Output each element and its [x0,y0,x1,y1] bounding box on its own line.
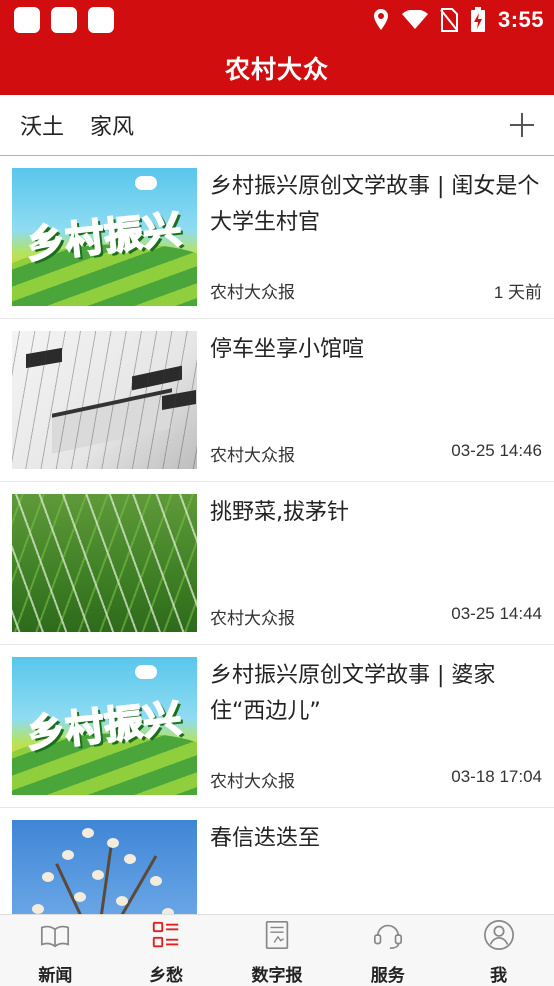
nav-item-xiangchou[interactable]: 乡愁 [111,915,222,986]
nav-label: 新闻 [38,966,73,986]
app-screen: 3:55 农村大众 沃土 家风 乡村振兴 乡村振兴原创文学故事 | 闺女是个大学… [0,0,554,986]
book-icon [41,925,70,948]
news-thumbnail: 乡村振兴 [12,657,197,795]
news-item[interactable]: 挑野菜,拔茅针 农村大众报 03-25 14:44 [0,482,554,645]
battery-charging-icon [470,7,485,32]
nav-item-news[interactable]: 新闻 [0,915,111,986]
nav-label: 我 [490,966,508,986]
news-item[interactable]: 停车坐享小馆喧 农村大众报 03-25 14:46 [0,319,554,482]
no-sim-icon [440,8,458,32]
news-title[interactable]: 挑野菜,拔茅针 [210,495,540,531]
news-time: 03-18 17:04 [451,767,542,786]
app-header: 农村大众 [0,40,554,95]
notification-icon [51,7,77,33]
channel-tabs: 沃土 家风 [0,95,554,156]
page-title: 农村大众 [224,54,329,84]
news-title[interactable]: 乡村振兴原创文学故事 | 婆家住“西边儿” [210,658,540,730]
tab-jiafeng[interactable]: 家风 [90,109,134,141]
news-list: 乡村振兴 乡村振兴原创文学故事 | 闺女是个大学生村官 农村大众报 1 天前 停… [0,156,554,914]
news-source: 农村大众报 [210,609,295,629]
news-time: 03-25 14:44 [451,604,542,623]
news-title[interactable]: 停车坐享小馆喧 [210,332,540,368]
nav-item-me[interactable]: 我 [443,915,554,986]
notification-icon [88,7,114,33]
tab-wotu[interactable]: 沃土 [20,109,64,141]
status-bar: 3:55 [0,0,554,40]
news-thumbnail [12,820,197,914]
add-channel-icon[interactable] [508,111,536,139]
news-item[interactable]: 乡村振兴 乡村振兴原创文学故事 | 婆家住“西边儿” 农村大众报 03-18 1… [0,645,554,808]
news-thumbnail [12,494,197,632]
news-source: 农村大众报 [210,772,295,792]
nav-item-digital-paper[interactable]: 数字报 [222,915,333,986]
news-item[interactable]: 乡村振兴 乡村振兴原创文学故事 | 闺女是个大学生村官 农村大众报 1 天前 [0,156,554,319]
news-source: 农村大众报 [210,283,295,303]
nav-label: 数字报 [251,966,303,986]
news-title[interactable]: 乡村振兴原创文学故事 | 闺女是个大学生村官 [210,169,540,241]
nav-label: 服务 [370,966,405,986]
news-time: 1 天前 [493,283,542,302]
headset-icon [373,924,402,950]
news-item[interactable]: 春信迭迭至 [0,808,554,914]
nav-item-service[interactable]: 服务 [332,915,443,986]
nav-label: 乡愁 [149,966,184,986]
bottom-nav: 新闻 乡愁 数字报 服务 我 [0,914,554,986]
news-thumbnail: 乡村振兴 [12,168,197,306]
notification-icon [14,7,40,33]
list-icon [153,921,179,948]
news-thumbnail [12,331,197,469]
clock-time: 3:55 [497,7,544,32]
user-icon [483,920,514,950]
news-source: 农村大众报 [210,446,295,466]
location-icon [373,9,388,30]
news-time: 03-25 14:46 [451,441,542,460]
news-title[interactable]: 春信迭迭至 [210,821,540,857]
wifi-icon [401,10,428,29]
newspaper-icon [265,920,289,950]
